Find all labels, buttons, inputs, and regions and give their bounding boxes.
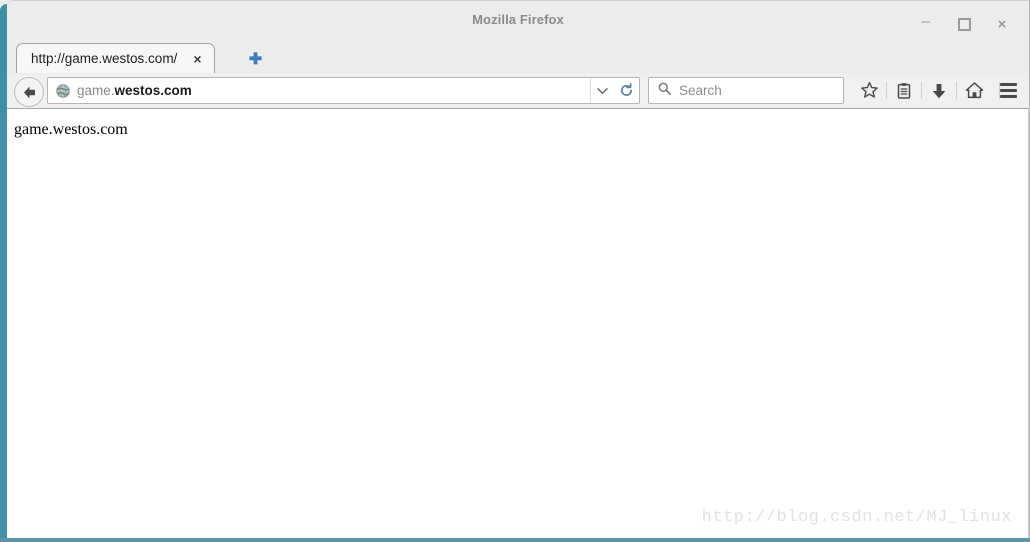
- window-title: Mozilla Firefox: [472, 12, 564, 27]
- address-bar[interactable]: game.westos.com: [47, 77, 640, 104]
- plus-icon: [248, 51, 262, 64]
- search-placeholder: Search: [679, 83, 722, 98]
- bookmark-star-icon: [860, 81, 878, 98]
- hamburger-icon-bar: [999, 95, 1017, 98]
- downloads-button[interactable]: [922, 77, 956, 104]
- address-bar-actions: [590, 78, 639, 103]
- back-arrow-icon: [23, 86, 35, 98]
- url-prefix: game.: [77, 83, 115, 98]
- browser-window: Mozilla Firefox – × http://game.westos.c…: [0, 0, 1030, 542]
- hamburger-icon-bar: [999, 89, 1017, 92]
- reading-list-icon: [897, 82, 911, 99]
- page-content: game.westos.com http://blog.csdn.net/MJ_…: [7, 109, 1029, 538]
- maximize-icon: [957, 18, 971, 31]
- tab-title: http://game.westos.com/: [31, 51, 178, 66]
- tab-strip: http://game.westos.com/ ×: [7, 40, 1029, 74]
- bookmark-star-button[interactable]: [852, 77, 886, 104]
- search-bar[interactable]: Search: [648, 77, 844, 104]
- reload-icon[interactable]: [613, 78, 639, 103]
- hamburger-icon-bar: [999, 83, 1017, 86]
- home-icon: [965, 82, 983, 99]
- close-button[interactable]: ×: [983, 13, 1021, 37]
- address-bar-text: game.westos.com: [77, 83, 192, 98]
- toolbar-icons: [852, 77, 1000, 104]
- tab-close-icon[interactable]: ×: [189, 52, 205, 66]
- home-button[interactable]: [957, 77, 991, 104]
- window-frame-left: [0, 4, 7, 540]
- new-tab-button[interactable]: [241, 47, 269, 71]
- browser-tab[interactable]: http://game.westos.com/ ×: [16, 43, 215, 73]
- close-icon: ×: [997, 16, 1007, 33]
- search-icon: [658, 82, 671, 100]
- menu-button[interactable]: [993, 77, 1023, 104]
- reading-list-button[interactable]: [887, 77, 921, 104]
- window-controls: – ×: [907, 9, 1021, 40]
- maximize-button[interactable]: [945, 13, 983, 37]
- page-body-text: game.westos.com: [14, 121, 128, 138]
- window-frame-bottom: [0, 538, 1030, 542]
- site-identity-globe-icon: [56, 83, 70, 98]
- title-bar[interactable]: Mozilla Firefox – ×: [7, 1, 1029, 40]
- back-button[interactable]: [14, 77, 44, 107]
- minimize-button[interactable]: –: [907, 9, 945, 40]
- navigation-toolbar: game.westos.com Search: [7, 73, 1029, 109]
- url-domain: westos.com: [114, 83, 192, 98]
- minimize-icon: –: [921, 12, 931, 30]
- chevron-down-icon[interactable]: [590, 78, 613, 103]
- browser-chrome: Mozilla Firefox – × http://game.westos.c…: [7, 0, 1029, 538]
- downloads-icon: [932, 83, 946, 98]
- watermark-text: http://blog.csdn.net/MJ_linux: [701, 508, 1012, 527]
